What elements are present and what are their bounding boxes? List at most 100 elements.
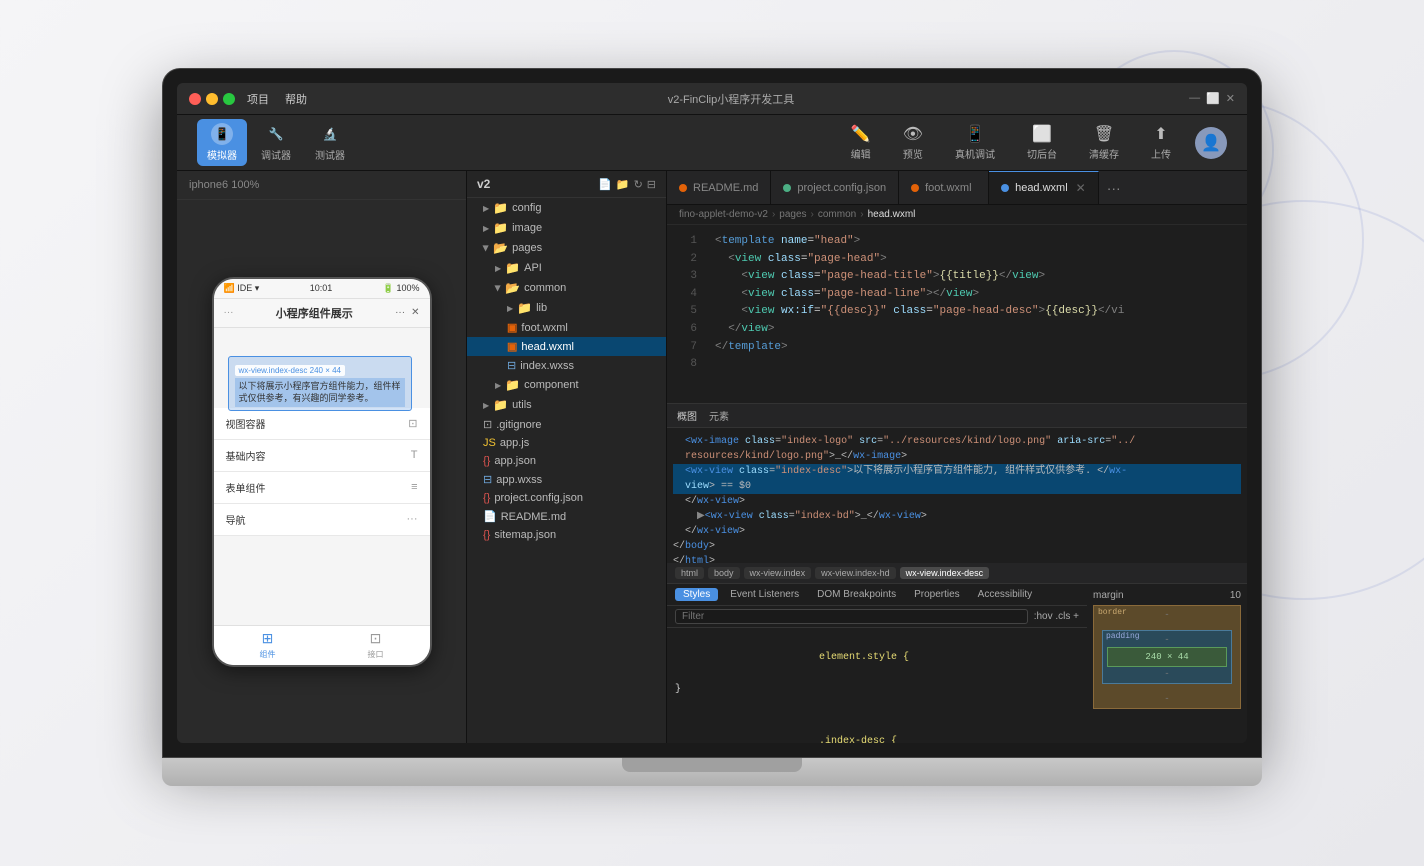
upload-icon: ⬆ — [1154, 124, 1167, 144]
toolbar-device-debug[interactable]: 📱 真机调试 — [947, 122, 1003, 163]
tree-item-project-config[interactable]: {} project.config.json — [467, 489, 666, 507]
properties-tab[interactable]: Properties — [908, 588, 966, 601]
tab-readme[interactable]: README.md — [667, 171, 771, 204]
toolbar-background[interactable]: ⬜ 切后台 — [1019, 122, 1065, 163]
toolbar-right: ✏️ 编辑 👁 预览 📱 真机调试 ⬜ 切后 — [843, 122, 1227, 163]
component-tab-icon: ⊞ — [262, 630, 274, 647]
chevron-api: ▶ — [495, 264, 501, 273]
minimize-button[interactable] — [206, 93, 218, 105]
clear-cache-icon: 🗑 — [1094, 124, 1114, 144]
element-tab-wx-view-index-desc[interactable]: wx-view.index-desc — [900, 567, 990, 579]
phone-nav-icons: ··· ✕ — [395, 307, 419, 318]
menu-text-basic-content: 基础内容 — [226, 448, 266, 463]
phone-tab-component[interactable]: ⊞ 组件 — [214, 626, 322, 665]
menu-item-basic-content[interactable]: 基础内容 T — [214, 440, 430, 472]
tab-head-wxml[interactable]: head.wxml ✕ — [989, 171, 1099, 204]
menu-item-form[interactable]: 表单组件 ≡ — [214, 472, 430, 504]
phone-nav-bar: ··· 小程序组件展示 ··· ✕ — [214, 299, 430, 328]
box-inner: padding - 240 × 44 - — [1102, 630, 1232, 684]
chevron-image: ▶ — [483, 224, 489, 233]
file-icon-index-wxss: ⊟ — [507, 359, 516, 372]
new-folder-icon[interactable]: 📁 — [616, 178, 630, 191]
code-main: 1 2 3 4 5 6 7 8 <templ — [667, 225, 1247, 403]
tree-item-readme[interactable]: 📄 README.md — [467, 507, 666, 526]
element-tab-wx-view-index[interactable]: wx-view.index — [744, 567, 812, 579]
phone-content: wx-view.index-desc 240 × 44 以下将展示小程序官方组件… — [214, 328, 430, 625]
styles-content: element.style { } .index-desc { <style> … — [667, 628, 1087, 743]
maximize-button[interactable] — [223, 93, 235, 105]
tree-item-app-js[interactable]: JS app.js — [467, 434, 666, 452]
head-wxml-tab-close[interactable]: ✕ — [1076, 181, 1086, 195]
tree-item-head-wxml[interactable]: ▣ head.wxml — [467, 337, 666, 356]
element-tab-html[interactable]: html — [675, 567, 704, 579]
tree-item-app-wxss[interactable]: ⊟ app.wxss — [467, 470, 666, 489]
panel-tab-layout[interactable]: 概图 — [677, 408, 697, 423]
close-button[interactable] — [189, 93, 201, 105]
tree-label-gitignore: .gitignore — [496, 419, 541, 431]
phone-bottom-tab: ⊞ 组件 ⊡ 接口 — [214, 625, 430, 665]
simulator-icon: 📱 — [211, 123, 233, 145]
code-editor[interactable]: 1 2 3 4 5 6 7 8 <templ — [667, 225, 1247, 403]
toolbar-upload[interactable]: ⬆ 上传 — [1143, 122, 1179, 163]
tree-item-foot-wxml[interactable]: ▣ foot.wxml — [467, 318, 666, 337]
box-model-label: margin — [1093, 590, 1124, 601]
phone-frame: 📶 IDE ▾ 10:01 🔋 100% ··· 小程序组件展示 ··· — [177, 200, 466, 743]
tree-item-component[interactable]: ▶ 📁 component — [467, 375, 666, 395]
toolbar-preview[interactable]: 👁 预览 — [895, 122, 931, 163]
tree-item-index-wxss[interactable]: ⊟ index.wxss — [467, 356, 666, 375]
dom-breakpoints-tab[interactable]: DOM Breakpoints — [811, 588, 902, 601]
tree-item-common[interactable]: ▶ 📂 common — [467, 278, 666, 298]
panel-tab-desc[interactable]: 元素 — [709, 408, 729, 423]
styles-filter-bar: :hov .cls + — [667, 606, 1087, 628]
file-icon-app-wxss: ⊟ — [483, 473, 492, 486]
folder-icon-utils: 📁 — [493, 398, 508, 412]
menu-item-nav[interactable]: 导航 ··· — [214, 504, 430, 536]
menu-item-view-container[interactable]: 视图容器 ⊡ — [214, 408, 430, 440]
file-icon-head-wxml: ▣ — [507, 340, 517, 353]
styles-tab-btn[interactable]: Styles — [675, 588, 718, 601]
tree-item-app-json[interactable]: {} app.json — [467, 452, 666, 470]
styles-filter-input[interactable] — [675, 609, 1028, 624]
style-rule-index-desc: .index-desc { <style> margin-top: 10px; … — [675, 718, 1079, 743]
tree-item-image[interactable]: ▶ 📁 image — [467, 218, 666, 238]
event-listeners-tab[interactable]: Event Listeners — [724, 588, 805, 601]
box-border-bottom-val: - — [1164, 694, 1169, 704]
html-line-1: <wx-image class="index-logo" src="../res… — [673, 434, 1241, 449]
menu-item-project[interactable]: 项目 — [247, 91, 269, 107]
breadcrumb-sep-2: › — [860, 209, 863, 220]
hov-cls-toggle[interactable]: :hov .cls + — [1034, 611, 1079, 622]
menu-text-form: 表单组件 — [226, 480, 266, 495]
chevron-lib: ▶ — [507, 304, 513, 313]
tree-item-utils[interactable]: ▶ 📁 utils — [467, 395, 666, 415]
accessibility-tab[interactable]: Accessibility — [972, 588, 1038, 601]
tree-item-gitignore[interactable]: ⊡ .gitignore — [467, 415, 666, 434]
collapse-icon[interactable]: ⊟ — [647, 178, 656, 191]
refresh-icon[interactable]: ↻ — [634, 178, 643, 191]
toolbar-clear-cache[interactable]: 🗑 清缓存 — [1081, 122, 1127, 163]
styles-left: element.style { } .index-desc { <style> … — [667, 628, 1087, 743]
editor-area: README.md project.config.json foot.wxml — [667, 171, 1247, 743]
toolbar-btn-tester[interactable]: 🔬 测试器 — [305, 119, 355, 166]
html-line-3: <wx-view class="index-desc">以下将展示小程序官方组件… — [673, 464, 1241, 479]
phone-nav-more-icon: ··· — [395, 307, 405, 318]
element-tabs: html body wx-view.index wx-view.index-hd… — [667, 563, 1247, 584]
tab-project-config[interactable]: project.config.json — [771, 171, 899, 204]
new-file-icon[interactable]: 📄 — [598, 178, 612, 191]
tree-item-pages[interactable]: ▶ 📂 pages — [467, 238, 666, 258]
tab-foot-wxml[interactable]: foot.wxml — [899, 171, 989, 204]
phone-tab-interface[interactable]: ⊡ 接口 — [322, 626, 430, 665]
element-tab-wx-view-index-hd[interactable]: wx-view.index-hd — [815, 567, 896, 579]
toolbar-btn-debugger[interactable]: 🔧 调试器 — [251, 119, 301, 166]
toolbar-edit[interactable]: ✏️ 编辑 — [843, 122, 879, 163]
file-tree-header: v2 📄 📁 ↻ ⊟ — [467, 171, 666, 198]
tree-item-lib[interactable]: ▶ 📁 lib — [467, 298, 666, 318]
tree-item-sitemap[interactable]: {} sitemap.json — [467, 526, 666, 544]
tab-more[interactable]: ··· — [1099, 171, 1129, 204]
element-tab-body[interactable]: body — [708, 567, 740, 579]
user-avatar[interactable]: 👤 — [1195, 127, 1227, 159]
menu-item-help[interactable]: 帮助 — [285, 91, 307, 107]
box-model: margin 10 border - — [1087, 584, 1247, 743]
tree-item-config[interactable]: ▶ 📁 config — [467, 198, 666, 218]
tree-item-api[interactable]: ▶ 📁 API — [467, 258, 666, 278]
toolbar-btn-simulator[interactable]: 📱 模拟器 — [197, 119, 247, 166]
